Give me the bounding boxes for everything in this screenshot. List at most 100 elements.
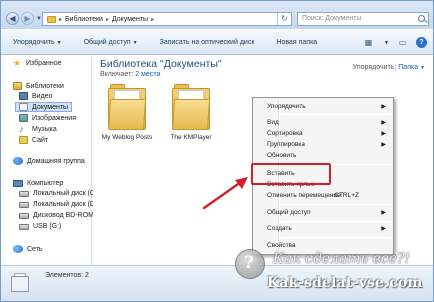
sidebar-item-favorites[interactable]: ★ Избранное [13,58,62,68]
folder-label: My Weblog Posts [101,134,153,141]
chevron-right-icon: ▶ [381,226,386,232]
share-label: Общий доступ [83,38,131,46]
sidebar-item-label: Библиотеки [26,82,64,90]
menu-item-refresh[interactable]: Обновить [267,151,389,161]
new-folder-button[interactable]: Новая папка [276,39,317,46]
chevron-down-icon: ▼ [132,39,138,46]
view-options-icon[interactable]: ▦ [363,38,374,48]
includes-label: Включает: [100,71,134,78]
menu-item-sort[interactable]: Сортировка ▶ [267,129,389,139]
folder-item[interactable]: The KMPlayer [169,84,213,141]
sidebar-item-network[interactable]: Сеть [13,245,43,253]
menu-item-label: Создать [267,225,292,232]
items-count: Элементов: 2 [45,272,89,279]
computer-icon [13,180,23,187]
chevron-down-icon[interactable]: ▼ [384,40,389,46]
menu-separator [281,221,390,222]
homegroup-icon [13,157,23,165]
star-icon: ★ [13,58,22,68]
sidebar-item-disk-c[interactable]: Локальный диск (C [19,190,95,197]
folder-label: The KMPlayer [170,134,212,141]
search-placeholder: Поиск: Документы [302,15,362,22]
organize-button[interactable]: Упорядочить ▼ [13,39,62,46]
forward-button[interactable]: ▶ [21,12,34,25]
search-icon[interactable] [418,15,425,22]
sidebar-item-bd-rom[interactable]: Дисковод BD-ROM [19,212,94,219]
sidebar-item-video[interactable]: Видео [19,92,52,100]
menu-item-label: Упорядочить [267,103,306,110]
menu-item-label: Отменить перемещение [267,192,341,199]
sidebar-item-label: Локальный диск (D [33,201,95,208]
folder-item[interactable]: My Weblog Posts [102,84,152,141]
chevron-right-icon: ▶ [381,120,386,126]
shortcut-label: CTRL+Z [334,192,359,199]
highlight-box [251,163,331,185]
sidebar-item-label: Дисковод BD-ROM [33,212,94,219]
menu-item-label: Группировка [267,141,305,148]
optical-drive-icon [19,212,29,219]
preview-pane-icon[interactable]: ▭ [397,38,408,48]
sidebar-item-label: Локальный диск (C [33,190,95,197]
sidebar-item-label: Сайт [32,136,49,144]
address-bar[interactable]: ▸ Библиотеки ▸ Документы ▸ ↻ [42,12,292,26]
arrange-label: Упорядочить: [352,64,397,71]
menu-item-create[interactable]: Создать ▶ [267,224,389,234]
menu-item-arrange[interactable]: Упорядочить ▶ [267,102,389,112]
sidebar-item-music[interactable]: ♪ Музыка [19,125,57,134]
sidebar-item-usb[interactable]: USB (G:) [19,223,61,230]
breadcrumb-documents[interactable]: Документы [112,16,148,23]
sidebar-item-label: Компьютер [27,180,64,187]
organize-label: Упорядочить [13,38,55,46]
chevron-down-icon: ▼ [56,39,62,46]
document-icon [19,103,28,111]
sidebar-item-libraries[interactable]: Библиотеки [13,82,64,90]
arrange-value-link[interactable]: Папка [398,64,418,71]
chevron-right-icon: ▶ [381,131,386,137]
question-mark-glyph: ? [244,253,254,273]
sidebar-item-documents[interactable]: Документы [15,102,73,112]
menu-item-view[interactable]: Вид ▶ [267,118,389,128]
share-button[interactable]: Общий доступ ▼ [84,39,138,46]
menu-item-undo-move[interactable]: Отменить перемещение CTRL+Z [267,191,389,201]
menu-item-group[interactable]: Группировка ▶ [267,140,389,150]
sidebar-item-label: Сеть [27,245,43,253]
library-icon [47,15,56,23]
drive-icon [19,201,29,208]
explorer-window: ◀ ▶ ▼ ▸ Библиотеки ▸ Документы ▸ ↻ Поиск… [0,0,434,302]
sidebar-item-label: Документы [32,103,69,111]
chevron-right-icon: ▸ [105,16,109,23]
sidebar-item-disk-d[interactable]: Локальный диск (D [19,201,95,208]
library-details-icon [11,273,29,293]
drive-icon [19,190,29,197]
breadcrumb-libraries[interactable]: Библиотеки [65,16,103,23]
sidebar-item-images[interactable]: Изображения [19,114,76,122]
back-button[interactable]: ◀ [6,12,19,25]
search-input[interactable]: Поиск: Документы [297,12,429,26]
help-icon[interactable]: ? [416,37,427,48]
sidebar-item-site[interactable]: Сайт [19,136,48,144]
address-row: ◀ ▶ ▼ ▸ Библиотеки ▸ Документы ▸ ↻ Поиск… [1,1,433,29]
library-title: Библиотека "Документы" [100,58,222,70]
video-icon [19,92,28,100]
folder-icon [107,84,147,130]
chevron-right-icon: ▸ [59,16,63,23]
network-icon [13,245,23,253]
chevron-right-icon: ▶ [381,142,386,148]
menu-item-share[interactable]: Общий доступ ▶ [267,208,389,218]
chevron-right-icon: ▶ [381,210,386,216]
sidebar-item-computer[interactable]: Компьютер [13,180,63,187]
sidebar-item-label: Избранное [26,59,62,67]
burn-button[interactable]: Записать на оптический диск [160,39,255,46]
navigation-pane: ★ Избранное Библиотеки Видео Документы И… [1,56,95,265]
menu-separator [281,114,390,115]
menu-separator [281,204,390,205]
usb-drive-icon [19,223,29,230]
image-icon [19,114,28,122]
library-subtitle: Включает: 2 места [100,71,160,78]
command-bar: Упорядочить ▼ Общий доступ ▼ Записать на о… [1,29,433,55]
refresh-icon[interactable]: ↻ [277,13,291,25]
sidebar-item-homegroup[interactable]: Домашняя группа [13,157,85,165]
sidebar-item-label: USB (G:) [33,223,62,230]
watermark: ? Как сделать все?! Kak-sdelat-vse.com [233,247,429,299]
locations-link[interactable]: 2 места [135,71,160,78]
